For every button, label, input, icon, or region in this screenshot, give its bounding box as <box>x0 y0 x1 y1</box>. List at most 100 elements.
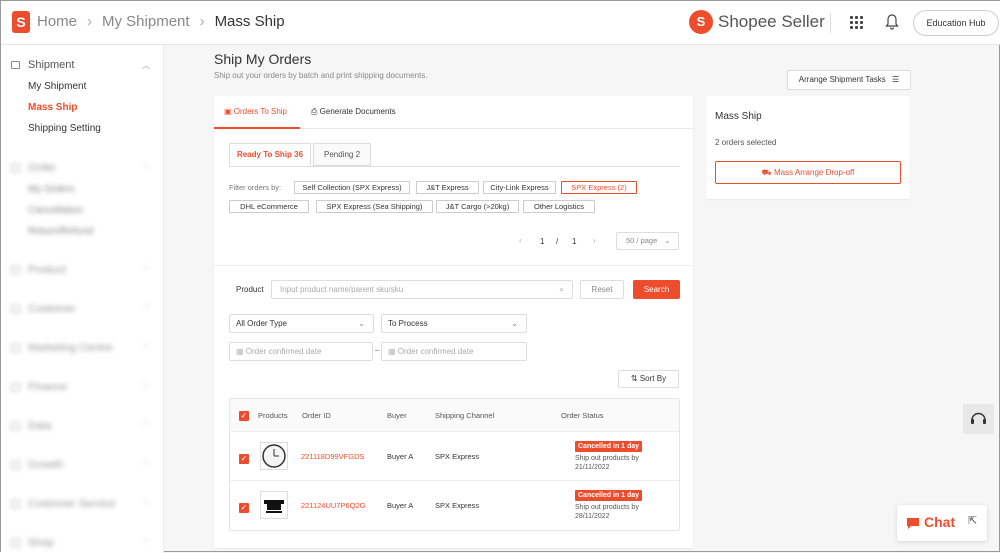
sidebar-section-product[interactable]: Product ﹀ <box>11 261 156 279</box>
sidebar-section-finance[interactable]: Finance ﹀ <box>11 378 156 396</box>
shipping-channel: SPX Express <box>435 501 480 510</box>
chat-widget[interactable]: Chat ⇱ <box>897 505 987 541</box>
sidebar-section-data[interactable]: Data ﹀ <box>11 417 156 435</box>
filter-chip-self-collection[interactable]: Self Collection (SPX Express) <box>294 181 410 194</box>
tab-orders-to-ship[interactable]: ▣ Orders To Ship <box>224 107 287 116</box>
printer-icon: ⎙ <box>311 107 318 116</box>
date-range-separator: – <box>375 345 380 354</box>
box-icon: ▣ <box>224 107 232 116</box>
subtab-divider <box>229 166 680 167</box>
ship-by-date: 28/11/2022 <box>575 513 610 520</box>
filter-label: Filter orders by: <box>229 183 282 192</box>
buyer-name: Buyer A <box>387 501 414 510</box>
headset-icon <box>971 412 986 424</box>
date-start-input[interactable]: ▦ Order confirmed date <box>229 342 373 361</box>
page-total: 1 <box>572 237 577 246</box>
subtab-ready-to-ship[interactable]: Ready To Ship 36 <box>229 143 311 166</box>
chevron-right-icon: › <box>199 13 205 30</box>
sidebar-section-customer[interactable]: Customer ﹀ <box>11 300 156 318</box>
chat-bubble-icon <box>907 518 919 529</box>
shipping-channel: SPX Express <box>435 452 480 461</box>
ship-by-note: Ship out products by <box>575 504 639 511</box>
product-image <box>264 500 284 513</box>
sidebar-section-growth[interactable]: Growth ﹀ <box>11 456 156 474</box>
subtab-pending[interactable]: Pending 2 <box>313 143 371 166</box>
table-row[interactable]: ✓ 221124UU7P6Q2G Buyer A SPX Express Can… <box>230 481 679 530</box>
filter-chip-jt-cargo[interactable]: J&T Cargo (>20kg) <box>436 200 519 213</box>
page-title: Ship My Orders <box>214 51 312 67</box>
wall-clock-image <box>262 444 286 468</box>
row-checkbox[interactable]: ✓ <box>239 503 249 513</box>
header-divider <box>830 13 831 33</box>
reset-button[interactable]: Reset <box>580 280 624 299</box>
row-checkbox[interactable]: ✓ <box>239 454 249 464</box>
ship-by-note: Ship out products by <box>575 455 639 462</box>
mass-ship-title: Mass Ship <box>715 111 762 122</box>
sidebar-item-cancellation[interactable]: Cancellation <box>28 205 83 216</box>
chevron-right-icon: › <box>87 13 93 30</box>
breadcrumb-my-shipment[interactable]: My Shipment <box>102 13 190 30</box>
expand-chat-icon[interactable]: ⇱ <box>968 514 977 527</box>
per-page-select[interactable]: 50 / page ⌄ <box>616 232 679 250</box>
list-icon: ☰ <box>892 75 900 84</box>
bell-icon[interactable] <box>885 14 899 30</box>
filter-chip-other-logistics[interactable]: Other Logistics <box>523 200 595 213</box>
tab-generate-documents[interactable]: ⎙ Generate Documents <box>311 107 396 117</box>
order-type-select[interactable]: All Order Type ⌄ <box>229 314 374 333</box>
shopee-logo-icon[interactable]: S <box>12 11 30 33</box>
orders-selected-count: 2 orders selected <box>715 138 777 147</box>
sidebar-section-customer-service[interactable]: Customer Service ﹀ <box>11 495 156 513</box>
sidebar-item-return-refund[interactable]: Return/Refund <box>28 226 93 237</box>
sidebar-item-my-orders[interactable]: My Orders <box>28 184 75 195</box>
apps-grid-icon[interactable] <box>850 16 863 29</box>
sidebar-section-order[interactable]: Order ﹀ <box>11 159 156 177</box>
table-row[interactable]: ✓ 221118D99VFGDS Buyer A SPX Express Can… <box>230 432 679 481</box>
ship-by-date: 21/11/2022 <box>575 464 610 471</box>
brand-name: Shopee Seller <box>718 12 825 31</box>
sidebar-section-label: Shipment <box>28 59 75 71</box>
chevron-up-icon: ︿ <box>142 60 150 70</box>
page-current: 1 <box>540 237 545 246</box>
arrange-shipment-tasks-button[interactable]: Arrange Shipment Tasks ☰ <box>787 70 911 90</box>
sort-by-button[interactable]: ⇅ Sort By <box>618 370 679 388</box>
filter-chip-jt-express[interactable]: J&T Express <box>416 181 479 194</box>
mass-arrange-dropoff-button[interactable]: ⛟ Mass Arrange Drop-off <box>715 161 901 184</box>
sidebar-section-shop[interactable]: Shop ﹀ <box>11 534 156 552</box>
mass-ship-panel: Mass Ship 2 orders selected ⛟ Mass Arran… <box>706 96 910 199</box>
education-hub-button[interactable]: Education Hub <box>913 10 999 36</box>
sidebar-section-marketing[interactable]: Marketing Centre ﹀ <box>11 339 156 357</box>
filter-chip-spx-express[interactable]: SPX Express (2) <box>561 181 637 194</box>
search-icon: ⌕ <box>559 285 564 294</box>
sidebar-item-mass-ship[interactable]: Mass Ship <box>28 102 77 113</box>
product-search-input[interactable]: Input product name/parent sku/sku ⌕ <box>271 280 573 299</box>
filter-chip-dhl[interactable]: DHL eCommerce <box>229 200 309 213</box>
orders-table: ✓ Products Order ID Buyer Shipping Chann… <box>229 398 680 531</box>
sort-icon: ⇅ <box>630 374 638 383</box>
product-thumbnail[interactable] <box>260 442 288 470</box>
filter-chip-spx-sea[interactable]: SPX Express (Sea Shipping) <box>316 200 433 213</box>
product-thumbnail[interactable] <box>260 491 288 519</box>
next-page-icon[interactable]: › <box>593 236 596 245</box>
date-end-input[interactable]: ▦ Order confirmed date <box>381 342 527 361</box>
filter-chip-city-link[interactable]: City-Link Express <box>483 181 556 194</box>
sidebar-item-my-shipment[interactable]: My Shipment <box>28 81 86 92</box>
breadcrumb: Home › My Shipment › Mass Ship <box>37 13 285 30</box>
top-header: S Home › My Shipment › Mass Ship S Shope… <box>1 1 1000 45</box>
sidebar-section-shipment[interactable]: Shipment ︿ <box>11 56 156 74</box>
order-id-link[interactable]: 221118D99VFGDS <box>301 452 365 461</box>
select-all-checkbox[interactable]: ✓ <box>239 411 249 421</box>
process-status-select[interactable]: To Process ⌄ <box>381 314 527 333</box>
order-id-link[interactable]: 221124UU7P6Q2G <box>301 501 366 510</box>
table-header: ✓ Products Order ID Buyer Shipping Chann… <box>230 399 679 432</box>
prev-page-icon[interactable]: ‹ <box>519 236 522 245</box>
breadcrumb-home[interactable]: Home <box>37 13 77 30</box>
active-tab-indicator <box>214 127 300 129</box>
chevron-down-icon: ⌄ <box>664 236 671 245</box>
search-button[interactable]: Search <box>633 280 680 299</box>
status-badge: Cancelled in 1 day <box>575 490 643 501</box>
chevron-down-icon: ⌄ <box>511 319 518 328</box>
shopee-bag-icon: S <box>689 10 713 34</box>
page-separator: / <box>556 237 559 246</box>
support-headset-button[interactable] <box>963 404 994 434</box>
sidebar-item-shipping-setting[interactable]: Shipping Setting <box>28 123 101 134</box>
